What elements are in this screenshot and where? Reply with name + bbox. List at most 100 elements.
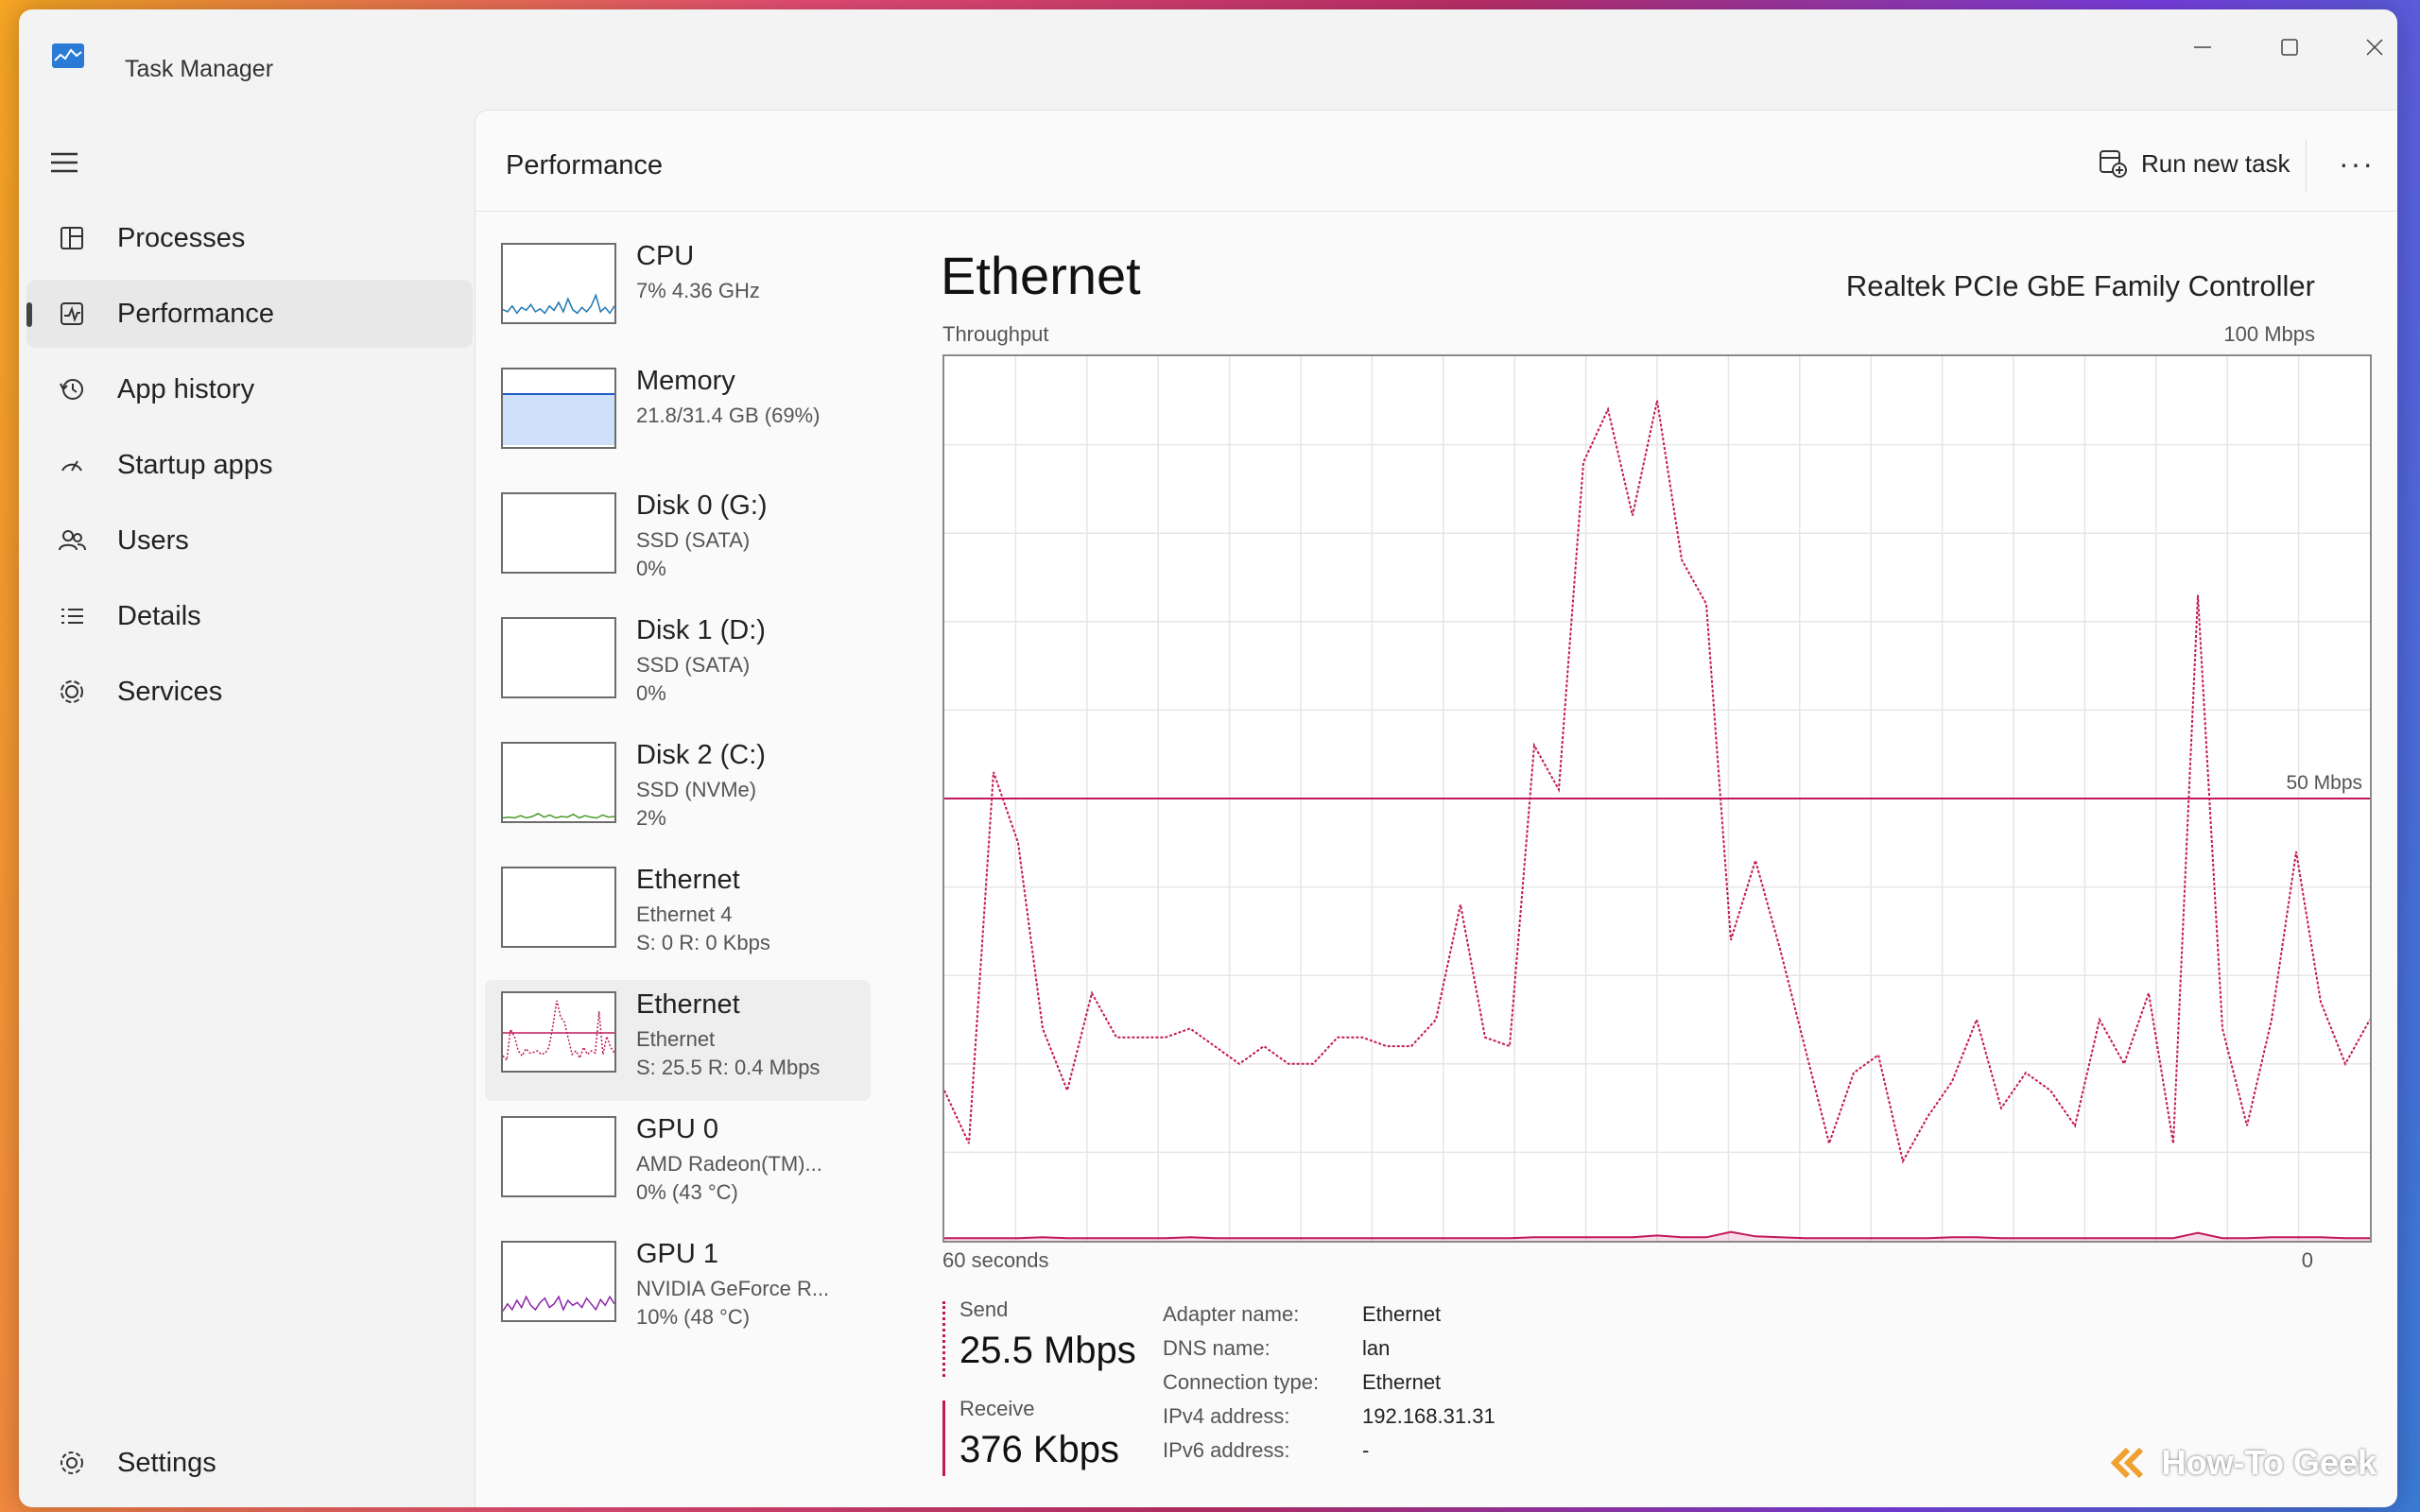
device-item[interactable]: CPU 7% 4.36 GHz bbox=[485, 232, 871, 352]
device-thumbnail bbox=[501, 991, 616, 1073]
device-thumbnail bbox=[501, 492, 616, 574]
info-value: Ethernet bbox=[1362, 1302, 1442, 1326]
detail-title: Ethernet bbox=[941, 246, 1141, 305]
memory-fill bbox=[503, 394, 614, 445]
more-icon: ··· bbox=[2339, 146, 2375, 180]
receive-label: Receive bbox=[959, 1397, 1035, 1420]
maximize-button[interactable] bbox=[2261, 26, 2318, 68]
device-detail: NVIDIA GeForce R... bbox=[636, 1277, 830, 1300]
device-detail: AMD Radeon(TM)... bbox=[636, 1152, 822, 1176]
run-new-task-button[interactable]: Run new task bbox=[2088, 137, 2300, 190]
device-item[interactable]: Ethernet Ethernet S: 25.5 R: 0.4 Mbps bbox=[485, 980, 871, 1101]
minimize-icon bbox=[2194, 46, 2211, 48]
sidebar-item-processes[interactable]: Processes bbox=[26, 204, 473, 272]
send-legend-line bbox=[942, 1301, 945, 1377]
device-detail: SSD (SATA) bbox=[636, 653, 751, 677]
history-icon bbox=[55, 372, 89, 406]
sidebar-item-label: Settings bbox=[117, 1447, 216, 1478]
device-thumbnail bbox=[501, 617, 616, 698]
throughput-graph: 50 Mbps bbox=[942, 354, 2372, 1243]
device-usage: S: 0 R: 0 Kbps bbox=[636, 931, 770, 954]
sidebar-item-startup-apps[interactable]: Startup apps bbox=[26, 431, 473, 499]
info-keys: Adapter name: DNS name: Connection type:… bbox=[1163, 1297, 1319, 1468]
send-value: 25.5 Mbps bbox=[959, 1330, 1136, 1371]
device-detail: Ethernet 4 bbox=[636, 902, 733, 926]
device-item[interactable]: Ethernet Ethernet 4 S: 0 R: 0 Kbps bbox=[485, 855, 871, 976]
info-key: IPv4 address: bbox=[1163, 1404, 1290, 1428]
device-trace bbox=[503, 1295, 614, 1312]
device-thumbnail bbox=[501, 1116, 616, 1197]
throughput-chart: 50 Mbps bbox=[943, 356, 2371, 1241]
device-usage: 0% (43 °C) bbox=[636, 1180, 738, 1204]
active-indicator bbox=[26, 302, 32, 327]
hamburger-menu-button[interactable] bbox=[47, 142, 113, 183]
device-name: GPU 0 bbox=[636, 1114, 719, 1144]
device-detail: SSD (NVMe) bbox=[636, 778, 757, 801]
device-thumbnail bbox=[501, 1241, 616, 1322]
graph-x-left-label: 60 seconds bbox=[942, 1248, 1049, 1272]
device-thumbnail bbox=[501, 368, 616, 449]
device-item[interactable]: Memory 21.8/31.4 GB (69%) bbox=[485, 356, 871, 477]
sidebar-item-label: App history bbox=[117, 373, 255, 404]
device-usage: 10% (48 °C) bbox=[636, 1305, 751, 1329]
device-detail: Ethernet bbox=[636, 1027, 716, 1051]
task-manager-app-icon bbox=[52, 43, 84, 68]
receive-legend-line bbox=[942, 1400, 945, 1476]
sidebar-item-services[interactable]: Services bbox=[26, 658, 473, 726]
receive-value: 376 Kbps bbox=[959, 1429, 1120, 1470]
device-thumbnail bbox=[501, 243, 616, 324]
gear-icon bbox=[55, 1446, 89, 1480]
sidebar-item-app-history[interactable]: App history bbox=[26, 355, 473, 423]
receive-stat: Receive 376 Kbps bbox=[959, 1397, 1119, 1471]
device-thumbnail bbox=[501, 742, 616, 823]
device-item[interactable]: Disk 0 (G:) SSD (SATA) 0% bbox=[485, 481, 871, 602]
device-trace bbox=[503, 1000, 614, 1062]
services-icon bbox=[55, 675, 89, 709]
task-manager-window: Task Manager Processes Performance App his… bbox=[19, 9, 2397, 1507]
hamburger-icon bbox=[51, 152, 78, 173]
watermark-logo: How-To Geek bbox=[2110, 1443, 2377, 1483]
info-key: Adapter name: bbox=[1163, 1302, 1300, 1326]
info-value: - bbox=[1362, 1438, 1370, 1462]
info-value: 192.168.31.31 bbox=[1362, 1404, 1495, 1428]
sidebar-item-performance[interactable]: Performance bbox=[26, 280, 473, 348]
device-item[interactable]: GPU 1 NVIDIA GeForce R... 10% (48 °C) bbox=[485, 1229, 871, 1350]
sidebar-item-label: Users bbox=[117, 524, 189, 556]
device-name: Ethernet bbox=[636, 989, 740, 1020]
device-usage: 0% bbox=[636, 681, 666, 705]
run-task-icon bbox=[2100, 150, 2127, 178]
device-item[interactable]: Disk 2 (C:) SSD (NVMe) 2% bbox=[485, 730, 871, 851]
info-values: Ethernet lan Ethernet 192.168.31.31 - bbox=[1362, 1297, 1495, 1468]
more-options-button[interactable]: ··· bbox=[2328, 137, 2385, 190]
device-item[interactable]: GPU 0 AMD Radeon(TM)... 0% (43 °C) bbox=[485, 1105, 871, 1226]
sidebar-item-label: Processes bbox=[117, 222, 246, 253]
graph-x-right-label: 0 bbox=[2301, 1248, 2313, 1272]
graph-y-max-label: 100 Mbps bbox=[2223, 322, 2315, 346]
users-icon bbox=[55, 524, 89, 558]
device-name: Memory bbox=[636, 366, 735, 396]
details-icon bbox=[55, 599, 89, 633]
graph-y-label: Throughput bbox=[942, 322, 1049, 346]
run-new-task-label: Run new task bbox=[2141, 148, 2290, 178]
watermark-text: How-To Geek bbox=[2161, 1443, 2377, 1482]
sidebar-item-details[interactable]: Details bbox=[26, 582, 473, 650]
startup-icon bbox=[55, 448, 89, 482]
adapter-model: Realtek PCIe GbE Family Controller bbox=[1845, 269, 2315, 302]
info-key: DNS name: bbox=[1163, 1336, 1270, 1360]
maximize-icon bbox=[2281, 39, 2298, 56]
device-detail: SSD (SATA) bbox=[636, 528, 751, 552]
device-trace bbox=[503, 813, 614, 819]
sidebar-item-label: Startup apps bbox=[117, 449, 273, 480]
device-usage: 0% bbox=[636, 557, 666, 580]
close-button[interactable] bbox=[2346, 26, 2397, 68]
device-name: GPU 1 bbox=[636, 1239, 719, 1269]
minimize-button[interactable] bbox=[2174, 26, 2231, 68]
info-value: Ethernet bbox=[1362, 1370, 1442, 1394]
processes-icon bbox=[55, 221, 89, 255]
sidebar-item-settings[interactable]: Settings bbox=[26, 1429, 473, 1497]
sidebar-item-users[interactable]: Users bbox=[26, 507, 473, 575]
close-icon bbox=[2366, 39, 2383, 56]
main-panel: Performance Run new task ··· CPU 7% 4.36 … bbox=[475, 110, 2397, 1507]
device-item[interactable]: Disk 1 (D:) SSD (SATA) 0% bbox=[485, 606, 871, 727]
title-bar: Task Manager bbox=[19, 9, 2397, 109]
